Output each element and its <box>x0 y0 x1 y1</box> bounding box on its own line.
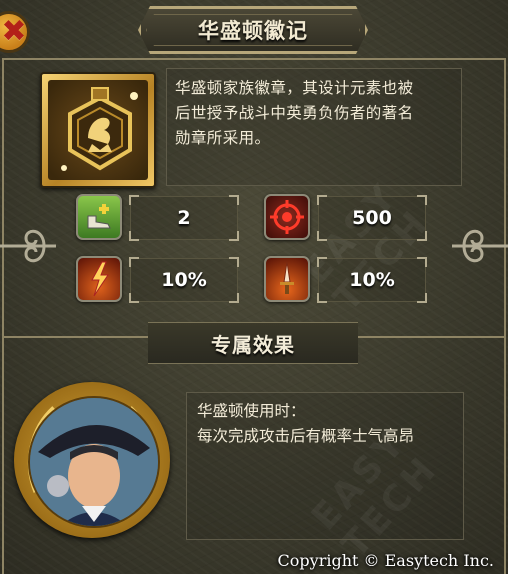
left-frame-line <box>2 60 4 574</box>
right-frame-line <box>504 60 506 574</box>
close-button[interactable]: ✖ <box>0 11 30 53</box>
description-box: 华盛顿家族徽章，其设计元素也被 后世授予战斗中英勇负伤者的著名 勋章所采用。 <box>166 68 462 186</box>
medal-icon-frame <box>40 72 156 188</box>
top-frame-line <box>2 58 506 60</box>
crosshair-target-icon <box>264 194 310 240</box>
flaming-sword-icon <box>264 256 310 302</box>
copyright-text: Copyright © Easytech Inc. <box>277 551 494 570</box>
movement-stat-value: 2 <box>177 207 191 229</box>
lightning-burst-icon <box>76 256 122 302</box>
stat-value-box: 500 <box>317 195 427 241</box>
description-line: 华盛顿家族徽章，其设计元素也被 <box>175 79 414 97</box>
critical-chance-value: 10% <box>161 269 207 291</box>
title-plaque: 华盛顿徽记 <box>138 6 368 54</box>
stat-value-box: 2 <box>129 195 239 241</box>
boot-plus-icon <box>76 194 122 240</box>
effect-description-box: 华盛顿使用时： 每次完成攻击后有概率士气高昂 <box>186 392 464 540</box>
commander-portrait-frame <box>14 382 170 538</box>
left-scroll-ornament-icon <box>0 229 56 263</box>
effect-text: 华盛顿使用时： 每次完成攻击后有概率士气高昂 <box>197 399 414 449</box>
range-stat-value: 500 <box>352 207 392 229</box>
effect-line: 每次完成攻击后有概率士气高昂 <box>197 427 415 445</box>
effect-line: 华盛顿使用时： <box>197 402 306 420</box>
exclusive-effect-header: 专属效果 <box>148 322 358 364</box>
eagle-medal-icon <box>61 87 138 171</box>
stat-value-box: 10% <box>317 257 427 303</box>
description-line: 后世授予战斗中英勇负伤者的著名 <box>175 104 414 122</box>
damage-bonus-value: 10% <box>349 269 395 291</box>
right-scroll-ornament-icon <box>452 229 508 263</box>
description-line: 勋章所采用。 <box>175 129 271 147</box>
section-title: 专属效果 <box>211 332 295 357</box>
description-text: 华盛顿家族徽章，其设计元素也被 后世授予战斗中英勇负伤者的著名 勋章所采用。 <box>175 76 455 151</box>
close-icon[interactable]: ✖ <box>1 17 26 47</box>
stat-value-box: 10% <box>129 257 239 303</box>
dialog-title: 华盛顿徽记 <box>198 19 308 43</box>
washington-portrait <box>30 398 158 526</box>
medal-detail-panel: EASY TECH EASY TECH 华盛顿徽记 ✖ 华盛顿家族徽章，其设计元… <box>0 0 508 574</box>
